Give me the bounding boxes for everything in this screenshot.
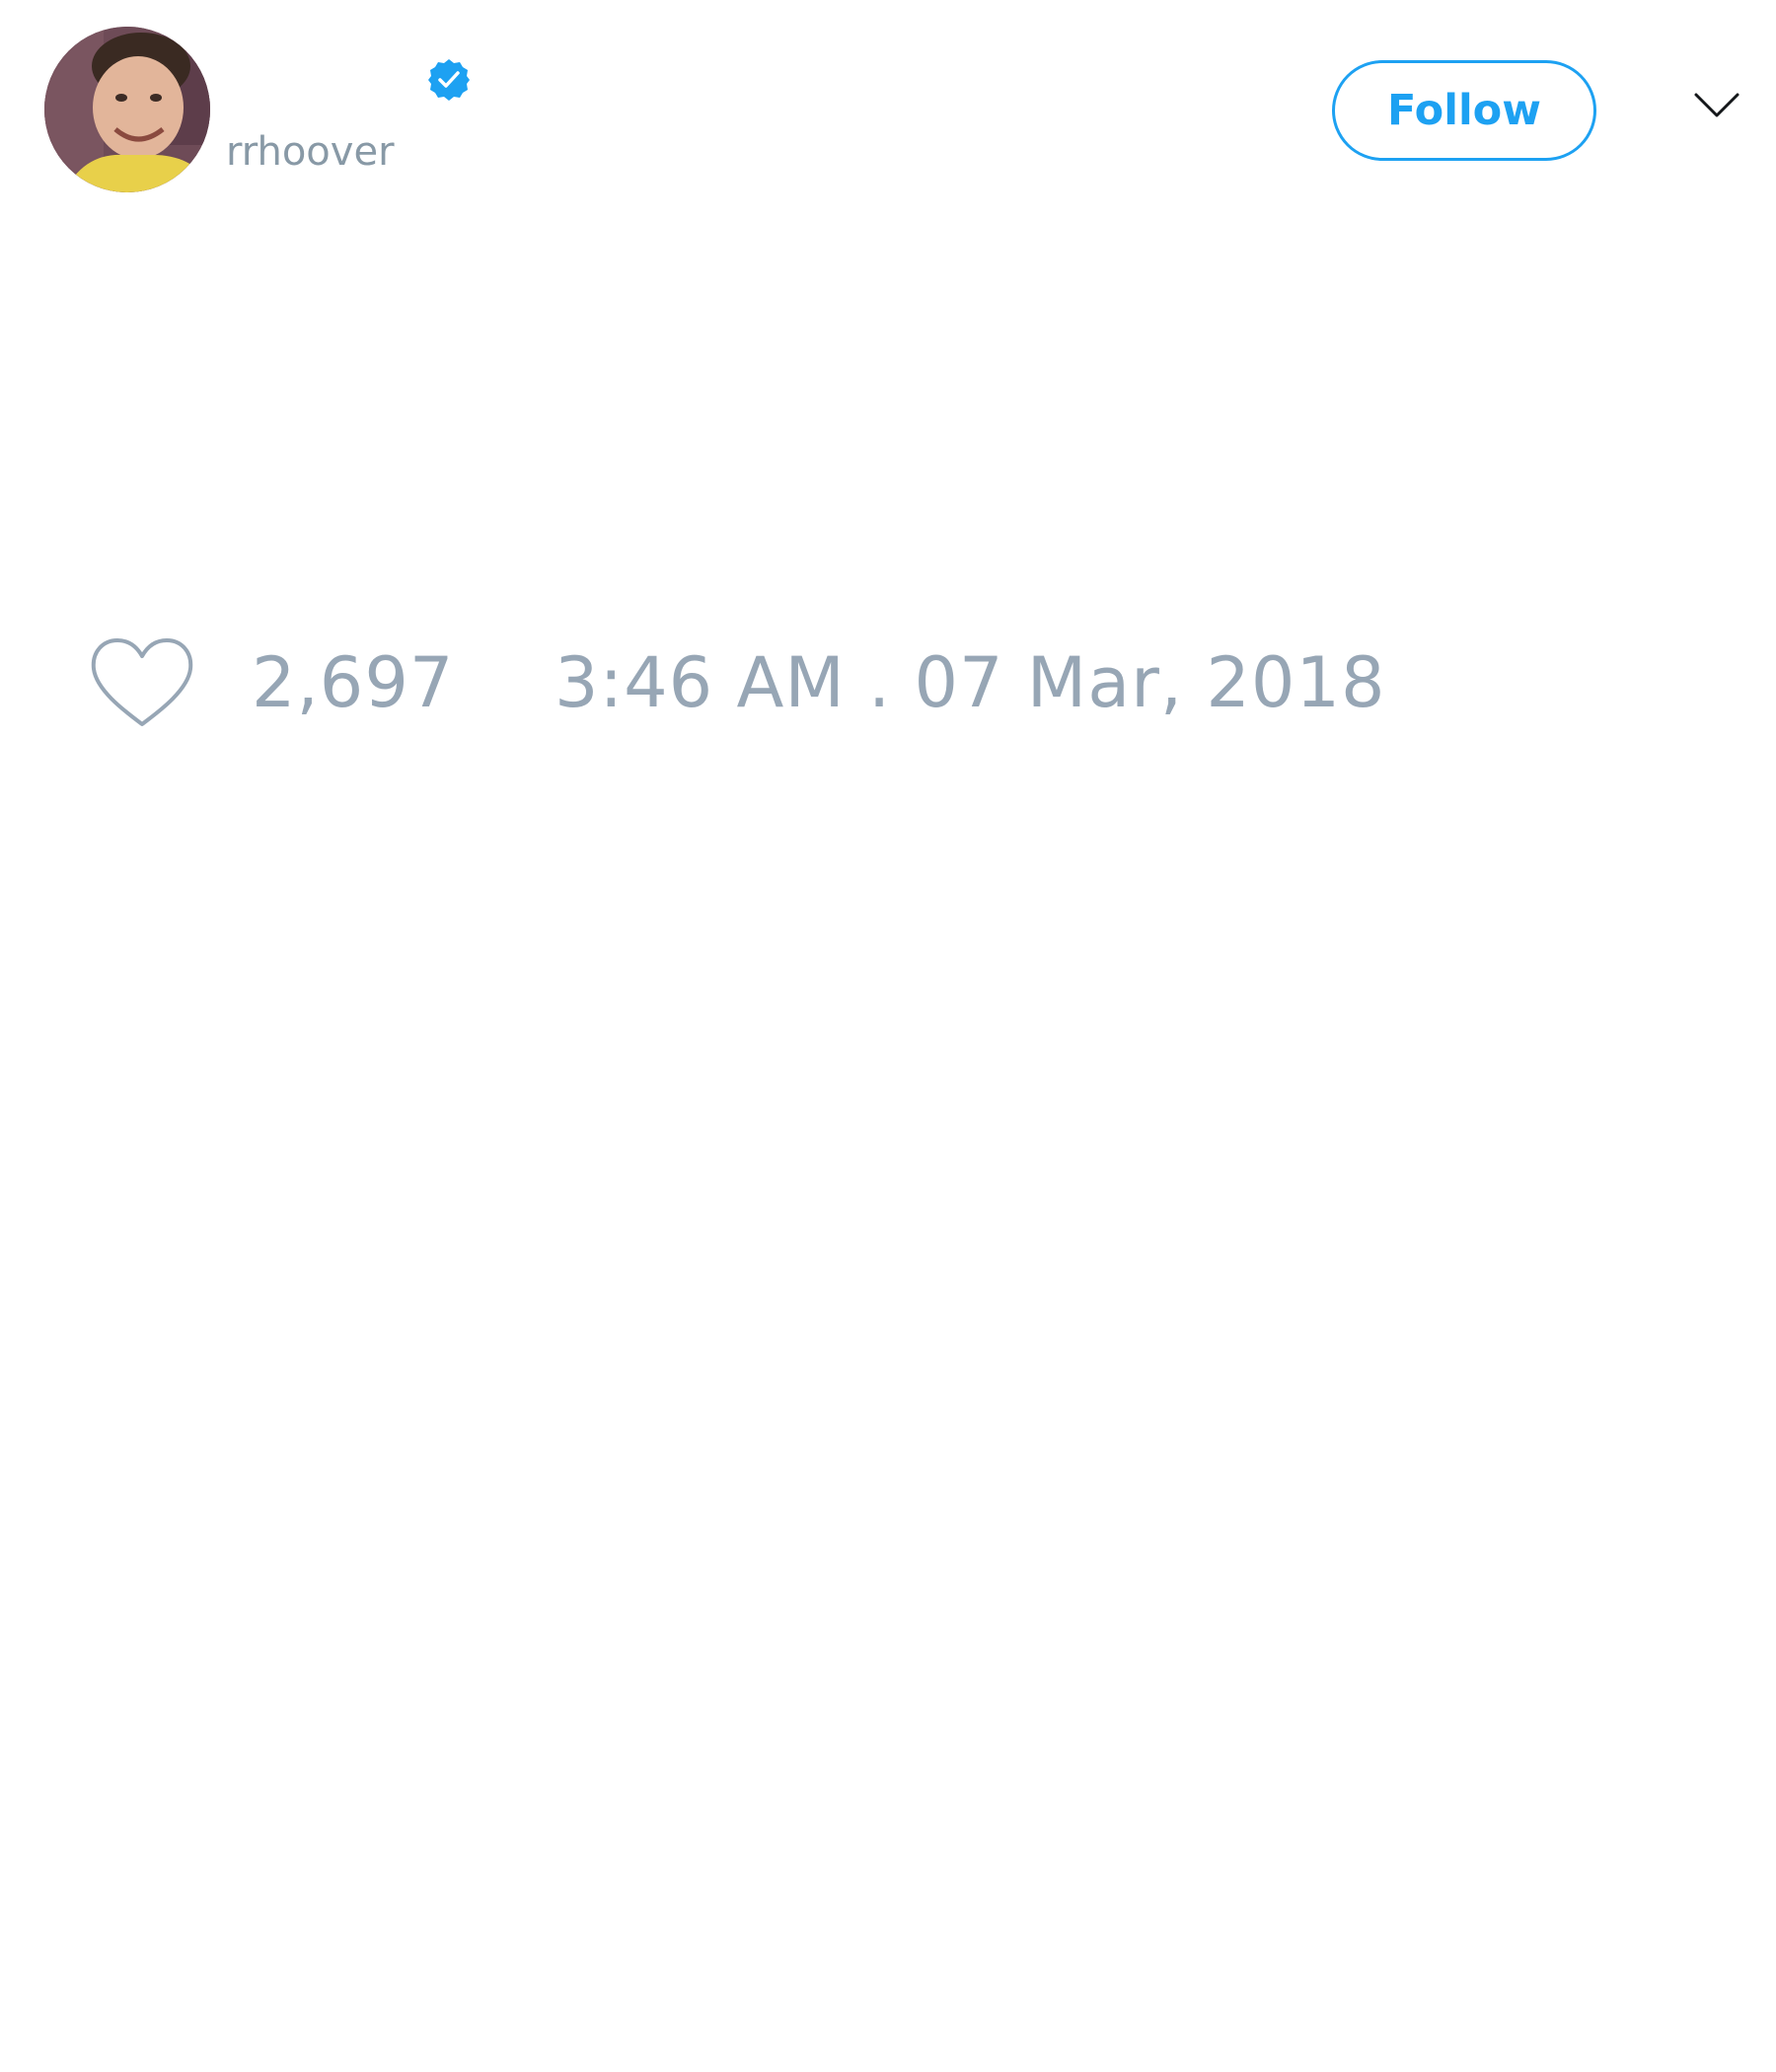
tweet-stats: 2,697 3:46 AM . 07 Mar, 2018 <box>0 622 1776 740</box>
like-button[interactable] <box>89 635 195 730</box>
verified-badge-icon <box>428 59 470 101</box>
heart-icon <box>91 638 193 726</box>
username[interactable]: rrhoover <box>226 124 395 180</box>
tweet-timestamp[interactable]: 3:46 AM . 07 Mar, 2018 <box>555 643 1386 722</box>
tweet-header: rrhoover Follow <box>0 0 1776 217</box>
follow-button[interactable]: Follow <box>1332 60 1596 161</box>
avatar[interactable] <box>44 27 210 192</box>
chevron-down-icon[interactable] <box>1693 91 1740 120</box>
like-count: 2,697 <box>252 642 455 723</box>
